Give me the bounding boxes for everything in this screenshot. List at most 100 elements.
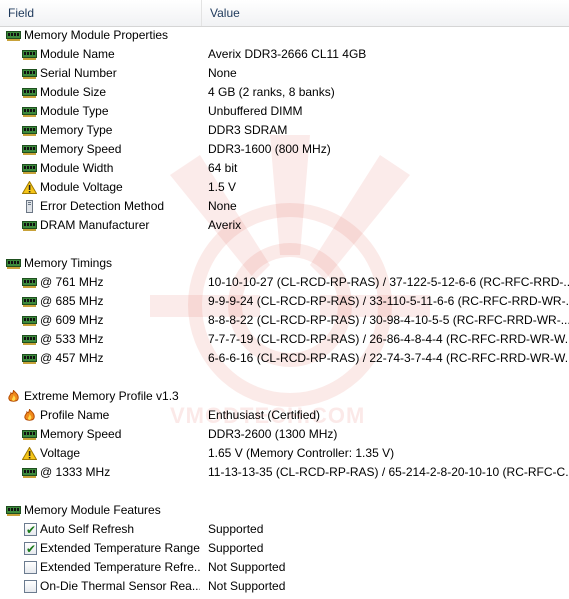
warning-icon	[21, 180, 38, 194]
list-item[interactable]: Module Name Averix DDR3-2666 CL11 4GB	[0, 45, 569, 64]
section-title: Memory Timings	[24, 256, 113, 270]
memory-module-icon	[22, 67, 37, 80]
field-label: DRAM Manufacturer	[40, 218, 150, 232]
list-item[interactable]: ✔ Auto Self Refresh Supported	[0, 520, 569, 539]
memory-module-icon	[22, 295, 37, 308]
field-value: 6-6-6-16 (CL-RCD-RP-RAS) / 22-74-3-7-4-4…	[208, 351, 569, 365]
memory-module-icon	[6, 29, 21, 42]
list-item[interactable]: @ 457 MHz 6-6-6-16 (CL-RCD-RP-RAS) / 22-7…	[0, 349, 569, 368]
flame-icon	[22, 408, 37, 422]
field-label: Memory Speed	[40, 142, 122, 156]
field-value: Enthusiast (Certified)	[208, 408, 321, 422]
section-title: Memory Module Properties	[24, 28, 169, 42]
memory-module-icon	[6, 504, 21, 517]
field-value: DDR3-2600 (1300 MHz)	[208, 427, 338, 441]
section-header[interactable]: Memory Module Features	[0, 501, 569, 520]
field-label: Voltage	[40, 446, 81, 460]
field-value: Averix	[208, 218, 242, 232]
field-label: Module Name	[40, 47, 115, 61]
field-value: Not Supported	[208, 579, 286, 593]
field-value: Averix DDR3-2666 CL11 4GB	[208, 47, 367, 61]
list-item[interactable]: Profile Name Enthusiast (Certified)	[0, 406, 569, 425]
field-label: Module Voltage	[40, 180, 123, 194]
memory-module-icon	[22, 333, 37, 346]
checked-checkbox-icon: ✔	[24, 523, 37, 537]
field-value: Unbuffered DIMM	[208, 104, 303, 118]
field-label: @ 457 MHz	[40, 351, 104, 365]
field-value: 11-13-13-35 (CL-RCD-RP-RAS) / 65-214-2-8…	[208, 465, 569, 479]
list-item[interactable]: Memory Type DDR3 SDRAM	[0, 121, 569, 140]
memory-module-icon	[22, 162, 37, 175]
field-value: DDR3-1600 (800 MHz)	[208, 142, 331, 156]
list-item[interactable]: Module Width 64 bit	[0, 159, 569, 178]
flame-icon	[6, 389, 21, 403]
section-title: Memory Module Features	[24, 503, 161, 517]
field-label: Module Type	[40, 104, 109, 118]
field-value: None	[208, 66, 237, 80]
section-header[interactable]: Memory Module Properties	[0, 26, 569, 45]
field-value: Supported	[208, 541, 264, 555]
field-label: Extended Temperature Refre...	[40, 560, 200, 574]
field-value: 9-9-9-24 (CL-RCD-RP-RAS) / 33-110-5-11-6…	[208, 294, 569, 308]
field-value: Not Supported	[208, 560, 286, 574]
list-item[interactable]: Error Detection Method None	[0, 197, 569, 216]
list-item[interactable]: @ 761 MHz 10-10-10-27 (CL-RCD-RP-RAS) / 3…	[0, 273, 569, 292]
memory-module-icon	[22, 466, 37, 479]
list-item[interactable]: Memory Speed DDR3-2600 (1300 MHz)	[0, 425, 569, 444]
list-item[interactable]: Memory Speed DDR3-1600 (800 MHz)	[0, 140, 569, 159]
list-item[interactable]: Serial Number None	[0, 64, 569, 83]
list-item[interactable]: Extended Temperature Refre... Not Support…	[0, 558, 569, 577]
memory-module-icon	[22, 105, 37, 118]
section-title: Extreme Memory Profile v1.3	[24, 389, 179, 403]
memory-module-icon	[22, 276, 37, 289]
list-item[interactable]: @ 609 MHz 8-8-8-22 (CL-RCD-RP-RAS) / 30-9…	[0, 311, 569, 330]
list-item[interactable]: Voltage 1.65 V (Memory Controller: 1.35 V…	[0, 444, 569, 463]
field-label: Memory Speed	[40, 427, 122, 441]
field-value: 8-8-8-22 (CL-RCD-RP-RAS) / 30-98-4-10-5-…	[208, 313, 569, 327]
warning-icon	[21, 446, 38, 460]
field-value: 64 bit	[208, 161, 238, 175]
field-label: @ 533 MHz	[40, 332, 104, 346]
unchecked-checkbox-icon	[24, 561, 37, 574]
field-label: Module Size	[40, 85, 107, 99]
field-value: None	[208, 199, 237, 213]
checked-checkbox-icon: ✔	[24, 542, 37, 556]
memory-module-icon	[22, 143, 37, 156]
memory-module-icon	[22, 124, 37, 137]
list-item[interactable]: Module Type Unbuffered DIMM	[0, 102, 569, 121]
section-header[interactable]: Extreme Memory Profile v1.3	[0, 387, 569, 406]
device-icon	[22, 200, 37, 213]
list-item[interactable]: @ 1333 MHz 11-13-13-35 (CL-RCD-RP-RAS) / …	[0, 463, 569, 482]
memory-module-icon	[22, 428, 37, 441]
column-header-field[interactable]: Field	[0, 0, 202, 26]
memory-module-icon	[6, 257, 21, 270]
memory-module-icon	[22, 314, 37, 327]
field-value: DDR3 SDRAM	[208, 123, 288, 137]
field-value: 7-7-7-19 (CL-RCD-RP-RAS) / 26-86-4-8-4-4…	[208, 332, 569, 346]
field-label: @ 761 MHz	[40, 275, 104, 289]
unchecked-checkbox-icon	[24, 580, 37, 593]
field-value: 1.65 V (Memory Controller: 1.35 V)	[208, 446, 395, 460]
list-item[interactable]: @ 685 MHz 9-9-9-24 (CL-RCD-RP-RAS) / 33-1…	[0, 292, 569, 311]
list-item[interactable]: @ 533 MHz 7-7-7-19 (CL-RCD-RP-RAS) / 26-8…	[0, 330, 569, 349]
field-label: @ 685 MHz	[40, 294, 104, 308]
field-label: Error Detection Method	[40, 199, 165, 213]
section-header[interactable]: Memory Timings	[0, 254, 569, 273]
list-header: Field Value	[0, 0, 569, 27]
list-item[interactable]: On-Die Thermal Sensor Rea... Not Supporte…	[0, 577, 569, 596]
field-label: @ 1333 MHz	[40, 465, 111, 479]
column-header-value[interactable]: Value	[202, 0, 569, 26]
list-item[interactable]: DRAM Manufacturer Averix	[0, 216, 569, 235]
memory-module-icon	[22, 48, 37, 61]
field-label: On-Die Thermal Sensor Rea...	[40, 579, 200, 593]
field-label: Profile Name	[40, 408, 110, 422]
list-item[interactable]: Module Size 4 GB (2 ranks, 8 banks)	[0, 83, 569, 102]
field-label: Module Width	[40, 161, 114, 175]
field-value: 10-10-10-27 (CL-RCD-RP-RAS) / 37-122-5-1…	[208, 275, 569, 289]
field-label: @ 609 MHz	[40, 313, 104, 327]
field-value: Supported	[208, 522, 264, 536]
field-label: Memory Type	[40, 123, 113, 137]
list-item[interactable]: Module Voltage 1.5 V	[0, 178, 569, 197]
list-item[interactable]: ✔ Extended Temperature Range Supported	[0, 539, 569, 558]
memory-module-icon	[22, 352, 37, 365]
